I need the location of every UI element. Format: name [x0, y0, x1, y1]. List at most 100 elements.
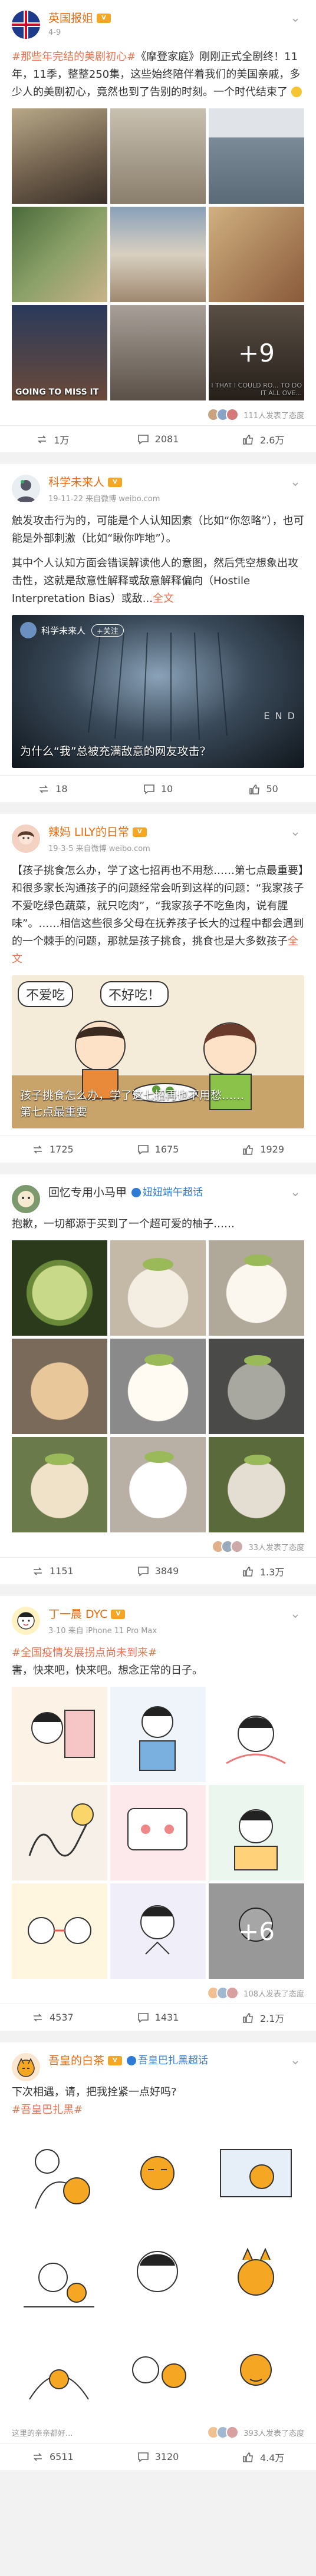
avatar[interactable] — [12, 475, 40, 503]
post-time: 19-3-5 来自微博 weibo.com — [48, 845, 150, 853]
photo[interactable] — [12, 108, 107, 204]
comic-panel[interactable] — [209, 1785, 304, 1880]
comment-button[interactable]: 3849 — [106, 1558, 211, 1584]
follow-button[interactable]: +关注 — [91, 624, 124, 637]
full-text-link[interactable]: 全文 — [153, 592, 174, 605]
username[interactable]: 回忆专用小马甲 — [48, 1185, 127, 1200]
chevron-down-icon[interactable]: ⌄ — [287, 2053, 304, 2068]
comment-button[interactable]: 1431 — [106, 2004, 211, 2031]
photo[interactable] — [209, 1339, 304, 1434]
like-button[interactable]: 1.3万 — [210, 1558, 316, 1584]
avatar[interactable] — [12, 2053, 40, 2081]
comment-icon — [137, 2012, 149, 2023]
comment-button[interactable]: 3120 — [106, 2443, 211, 2470]
pomelo-hat — [244, 1254, 272, 1266]
video-player[interactable]: 不爱吃 不好吃！ 孩子挑食怎么办，学了这七招再也不用愁…… 第七点最重要 — [12, 975, 304, 1128]
super-topic-badge[interactable]: 妞妞端午超话 — [131, 1185, 203, 1200]
like-button[interactable]: 2.6万 — [210, 426, 316, 452]
photo[interactable] — [110, 207, 206, 302]
post-body: 和很多家长沟通孩子的问题经常会听到这样的问题：“我家孩子不爱吃绿色蔬菜，就只吃肉… — [12, 882, 304, 948]
reaction-summary[interactable]: 这里的亲亲都好... 393人发表了态度 — [12, 2422, 304, 2443]
like-button[interactable]: 1929 — [210, 1136, 316, 1163]
post-time: 4-9 — [48, 28, 61, 37]
repost-button[interactable]: 1151 — [0, 1558, 106, 1584]
comic-panel[interactable] — [209, 1687, 304, 1782]
like-count: 2.6万 — [259, 434, 285, 446]
like-button[interactable]: 50 — [210, 776, 316, 802]
image-grid: +6 — [12, 1687, 304, 1979]
chevron-down-icon[interactable]: ⌄ — [287, 1185, 304, 1200]
comment-button[interactable]: 1675 — [106, 1136, 211, 1163]
comic-panel[interactable] — [209, 2323, 304, 2418]
repost-button[interactable]: 18 — [0, 776, 106, 802]
comic-panel[interactable] — [110, 2126, 206, 2221]
reaction-summary[interactable]: 111人发表了态度 — [12, 404, 304, 425]
avatar[interactable] — [12, 1185, 40, 1213]
photo[interactable] — [12, 1240, 107, 1336]
reaction-summary[interactable]: 33人发表了态度 — [12, 1536, 304, 1557]
comment-button[interactable]: 10 — [106, 776, 211, 802]
reaction-summary[interactable]: 108人发表了态度 — [12, 1982, 304, 2004]
avatar[interactable] — [12, 11, 40, 39]
photo[interactable] — [110, 1339, 206, 1434]
comic-drawing — [29, 2369, 89, 2400]
chevron-down-icon[interactable]: ⌄ — [287, 1607, 304, 1621]
username[interactable]: 科学未来人 — [48, 475, 104, 490]
comic-panel[interactable] — [12, 1785, 107, 1880]
super-topic-badge[interactable]: 吾皇巴扎黑超话 — [127, 2053, 208, 2068]
comment-icon — [144, 784, 154, 794]
username[interactable]: 吾皇的白茶 — [48, 2053, 104, 2068]
photo[interactable] — [209, 1240, 304, 1336]
comic-drawing — [220, 2149, 292, 2197]
comment-button[interactable]: 2081 — [106, 426, 211, 452]
username[interactable]: 英国报姐 — [48, 11, 93, 26]
chevron-down-icon[interactable]: ⌄ — [287, 11, 304, 25]
comic-drawing — [127, 1808, 187, 1850]
comic-panel[interactable] — [110, 1687, 206, 1782]
comic-panel[interactable] — [12, 2224, 107, 2320]
photo[interactable] — [12, 207, 107, 302]
repost-button[interactable]: 6511 — [0, 2443, 106, 2470]
comic-panel[interactable] — [110, 1883, 206, 1979]
avatar[interactable] — [12, 825, 40, 853]
topic-tag[interactable]: #全国疫情发展拐点尚未到来# — [12, 1644, 304, 1662]
reaction-count: 33人发表了态度 — [248, 1543, 304, 1552]
post-text: #全国疫情发展拐点尚未到来# 害，快来吧，快来吧。想念正常的日子。 — [12, 1644, 304, 1680]
photo-more[interactable]: I THAT I COULD RO... TO DO IT ALL OVE...… — [209, 305, 304, 400]
chevron-down-icon[interactable]: ⌄ — [287, 825, 304, 839]
username[interactable]: 丁一晨 DYC — [48, 1607, 107, 1622]
repost-button[interactable]: 1725 — [0, 1136, 106, 1163]
like-button[interactable]: 2.1万 — [210, 2004, 316, 2031]
photo[interactable] — [209, 207, 304, 302]
post-card: 吾皇的白茶 V 吾皇巴扎黑超话 ⌄ 下次相遇，请，把我拴紧一点好吗? #吾皇巴扎黑# … — [0, 2042, 316, 2470]
comic-panel[interactable] — [110, 2323, 206, 2418]
photo[interactable]: GOING TO MISS IT — [12, 305, 107, 400]
photo[interactable] — [12, 1339, 107, 1434]
photo[interactable] — [110, 1240, 206, 1336]
post-header: 丁一晨 DYC V 3-10 来自 iPhone 11 Pro Max ⌄ — [12, 1607, 304, 1640]
photo[interactable] — [110, 108, 206, 204]
comic-panel[interactable] — [12, 2323, 107, 2418]
topic-tag[interactable]: #那些年完结的美剧初心# — [12, 51, 136, 63]
chevron-down-icon[interactable]: ⌄ — [287, 475, 304, 489]
topic-tag[interactable]: #吾皇巴扎黑# — [12, 2101, 304, 2119]
comic-panel[interactable] — [209, 2126, 304, 2221]
photo-more[interactable]: +6 — [209, 1883, 304, 1979]
comic-panel[interactable] — [110, 2224, 206, 2320]
avatar[interactable] — [12, 1607, 40, 1635]
repost-button[interactable]: 1万 — [0, 426, 106, 452]
video-player[interactable]: 科学未来人 +关注 E N D 为什么“我”总被充满敌意的网友攻击？ — [12, 615, 304, 768]
comic-panel[interactable] — [209, 2224, 304, 2320]
photo[interactable] — [12, 1437, 107, 1532]
photo[interactable] — [209, 1437, 304, 1532]
comic-panel[interactable] — [12, 1883, 107, 1979]
photo[interactable] — [110, 305, 206, 400]
photo[interactable] — [110, 1437, 206, 1532]
comic-panel[interactable] — [110, 1785, 206, 1880]
repost-button[interactable]: 4537 — [0, 2004, 106, 2031]
photo[interactable] — [209, 108, 304, 204]
username[interactable]: 辣妈 LILY的日常 — [48, 825, 129, 840]
comic-panel[interactable] — [12, 2126, 107, 2221]
comic-panel[interactable] — [12, 1687, 107, 1782]
like-button[interactable]: 4.4万 — [210, 2443, 316, 2470]
